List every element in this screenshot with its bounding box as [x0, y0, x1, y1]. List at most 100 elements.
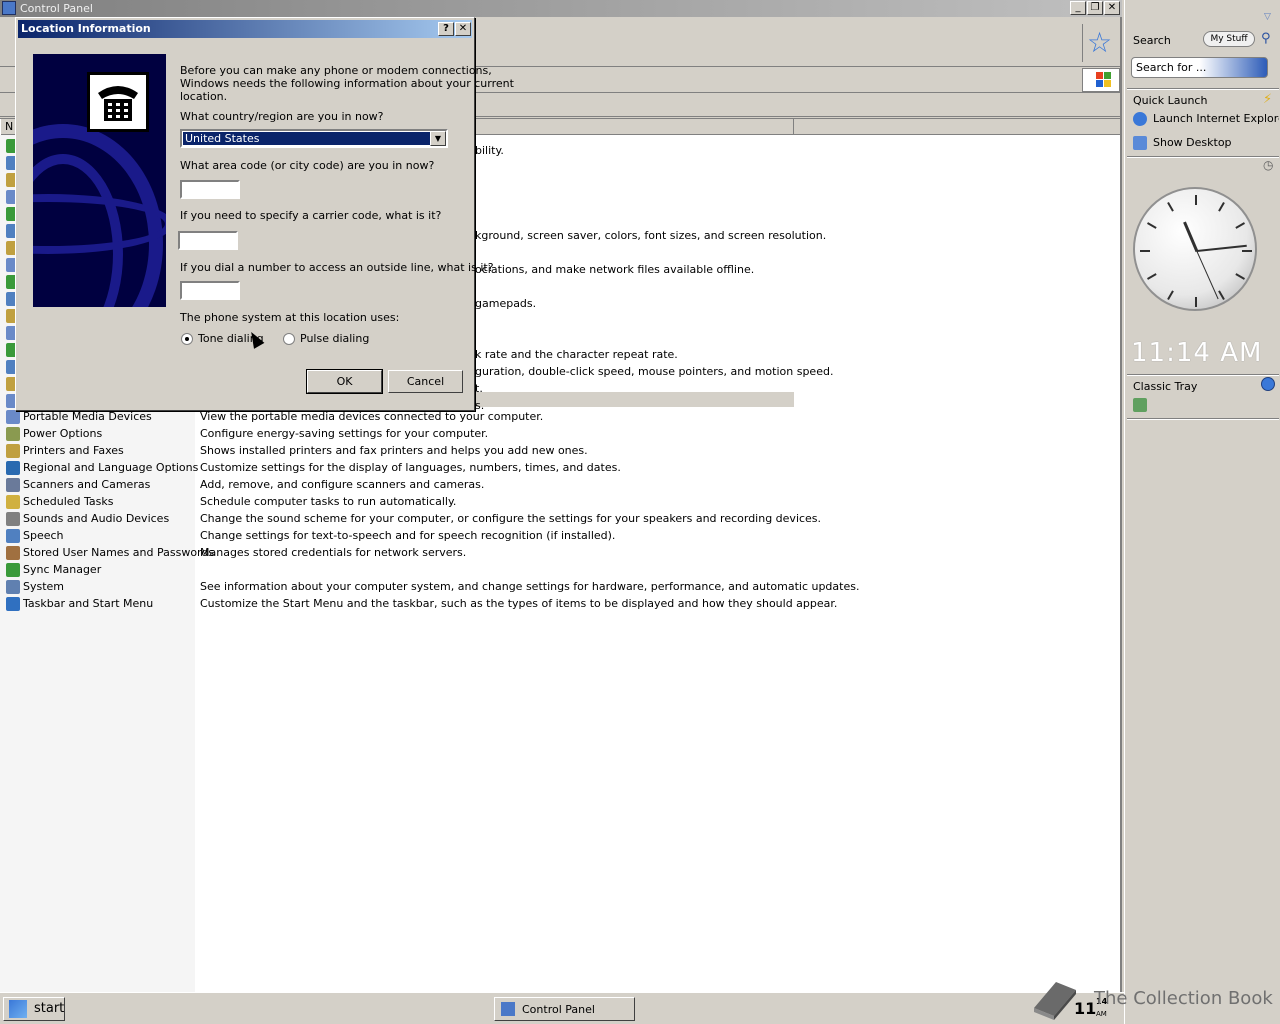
sidebar-divider	[1127, 156, 1279, 158]
restore-button[interactable]: ❐	[1087, 1, 1103, 15]
digital-clock: 11:14 AM	[1131, 338, 1263, 368]
start-label: start	[34, 1001, 65, 1016]
list-item[interactable]: Taskbar and Start Menu Customize the Star…	[0, 596, 1120, 613]
list-item[interactable]: Stored User Names and Passwords Manages s…	[0, 545, 1120, 562]
item-name: Sync Manager	[23, 563, 102, 576]
outside-line-input[interactable]	[180, 281, 240, 300]
list-item[interactable]: Power Options Configure energy-saving set…	[0, 426, 1120, 443]
phone-system-label: The phone system at this location uses:	[180, 311, 400, 324]
clock-tick	[1218, 202, 1225, 212]
item-description: View the portable media devices connecte…	[200, 410, 544, 423]
help-button[interactable]: ?	[438, 22, 454, 36]
chevron-down-icon[interactable]: ▼	[430, 131, 446, 146]
item-name: Taskbar and Start Menu	[23, 597, 154, 610]
start-logo-icon	[9, 1000, 27, 1018]
clock-tick	[1140, 250, 1150, 252]
control-panel-titlebar[interactable]: Control Panel _ ❐ ✕	[0, 0, 1122, 17]
close-window-button[interactable]: ✕	[1104, 1, 1120, 15]
list-item[interactable]: Speech Change settings for text-to-speech…	[0, 528, 1120, 545]
item-description: Change settings for text-to-speech and f…	[200, 529, 616, 542]
item-icon	[6, 512, 20, 526]
taskbar: start Control Panel 11 14 AM	[0, 992, 1124, 1024]
my-stuff-button[interactable]: My Stuff	[1203, 31, 1255, 47]
favorites-star-icon[interactable]: ☆	[1082, 24, 1116, 62]
book-watermark-icon	[1034, 982, 1076, 1020]
item-icon	[6, 461, 20, 475]
country-select[interactable]: United States ▼	[180, 129, 448, 148]
tray-network-icon[interactable]	[1133, 398, 1147, 412]
analog-clock	[1133, 187, 1257, 311]
windows-sidebar: ▽ Search My Stuff ⚲ Search for ... Quick…	[1124, 0, 1280, 1024]
item-description-partial: ociations, and make network files availa…	[475, 263, 755, 276]
item-icon	[6, 410, 20, 424]
list-item[interactable]: Sync Manager	[0, 562, 1120, 579]
show-desktop-item[interactable]: Show Desktop	[1133, 136, 1279, 150]
launch-internet-explorer-item[interactable]: Launch Internet Explorer Browser	[1133, 112, 1279, 126]
column-header-name[interactable]: N	[0, 119, 16, 135]
sidebar-divider	[1127, 374, 1279, 376]
minimize-button[interactable]: _	[1070, 1, 1086, 15]
clock-hour-hand	[1183, 220, 1199, 252]
list-item[interactable]: Regional and Language Options Customize s…	[0, 460, 1120, 477]
list-item[interactable]: Scheduled Tasks Schedule computer tasks t…	[0, 494, 1120, 511]
item-name: Scheduled Tasks	[23, 495, 114, 508]
lightning-icon[interactable]: ⚡	[1263, 92, 1272, 107]
tray-clock-ampm: AM	[1096, 1010, 1107, 1018]
item-description-partial: guration, double-click speed, mouse poin…	[475, 365, 834, 378]
quick-launch-heading: Quick Launch	[1133, 94, 1208, 107]
clock-tick	[1167, 202, 1174, 212]
dialog-titlebar[interactable]: Location Information ? ✕	[18, 20, 472, 38]
pulse-dialing-label[interactable]: Pulse dialing	[300, 332, 369, 345]
taskbar-item-control-panel[interactable]: Control Panel	[494, 997, 635, 1021]
ok-button[interactable]: OK	[307, 370, 382, 393]
classic-tray-icon[interactable]	[1261, 377, 1275, 391]
list-item[interactable]: Scanners and Cameras Add, remove, and con…	[0, 477, 1120, 494]
clock-tick	[1218, 290, 1225, 300]
launch-ie-label: Launch Internet Explorer Browser	[1153, 112, 1279, 125]
item-description: Add, remove, and configure scanners and …	[200, 478, 485, 491]
intro-text-line3: location.	[180, 90, 228, 103]
clock-gadget-icon[interactable]: ◷	[1263, 158, 1273, 172]
clock-second-hand	[1196, 250, 1219, 299]
cancel-button[interactable]: Cancel	[388, 370, 463, 393]
item-name: Speech	[23, 529, 64, 542]
item-icon	[6, 563, 20, 577]
control-panel-icon	[501, 1002, 515, 1016]
list-item[interactable]: System See information about your compute…	[0, 579, 1120, 596]
sidebar-search-label: Search	[1133, 34, 1171, 47]
tone-dialing-radio[interactable]	[181, 333, 193, 345]
item-icon	[6, 580, 20, 594]
dialog-close-button[interactable]: ✕	[455, 22, 471, 36]
list-item[interactable]: Portable Media Devices View the portable …	[0, 409, 1120, 426]
country-label: What country/region are you in now?	[180, 110, 384, 123]
item-description: Shows installed printers and fax printer…	[200, 444, 588, 457]
search-icon[interactable]: ⚲	[1261, 31, 1271, 46]
item-icon	[6, 495, 20, 509]
carrier-code-input[interactable]	[178, 231, 238, 250]
area-code-input[interactable]	[180, 180, 240, 199]
item-description: Manages stored credentials for network s…	[200, 546, 467, 559]
item-icon	[6, 478, 20, 492]
watermark-text: The Collection Book	[1094, 988, 1273, 1009]
pulse-dialing-radio[interactable]	[283, 333, 295, 345]
sidebar-divider	[1127, 88, 1279, 90]
sidebar-search-input[interactable]: Search for ...	[1131, 57, 1268, 78]
clock-minute-hand	[1196, 244, 1247, 252]
windows-logo-icon	[1082, 68, 1120, 92]
item-description: See information about your computer syst…	[200, 580, 860, 593]
item-name: Printers and Faxes	[23, 444, 124, 457]
control-panel-icon	[2, 1, 16, 15]
item-name: System	[23, 580, 65, 593]
start-button[interactable]: start	[3, 997, 65, 1021]
sidebar-collapse-icon[interactable]: ▽	[1264, 12, 1271, 22]
show-desktop-icon	[1133, 136, 1147, 150]
list-item[interactable]: Printers and Faxes Shows installed printe…	[0, 443, 1120, 460]
item-description: Customize the Start Menu and the taskbar…	[200, 597, 838, 610]
item-name: Scanners and Cameras	[23, 478, 151, 491]
item-name: Stored User Names and Passwords	[23, 546, 215, 559]
show-desktop-label: Show Desktop	[1153, 136, 1232, 149]
item-description: Configure energy-saving settings for you…	[200, 427, 489, 440]
item-description: Change the sound scheme for your compute…	[200, 512, 822, 525]
list-item[interactable]: Sounds and Audio Devices Change the sound…	[0, 511, 1120, 528]
classic-tray-heading: Classic Tray	[1133, 380, 1198, 393]
